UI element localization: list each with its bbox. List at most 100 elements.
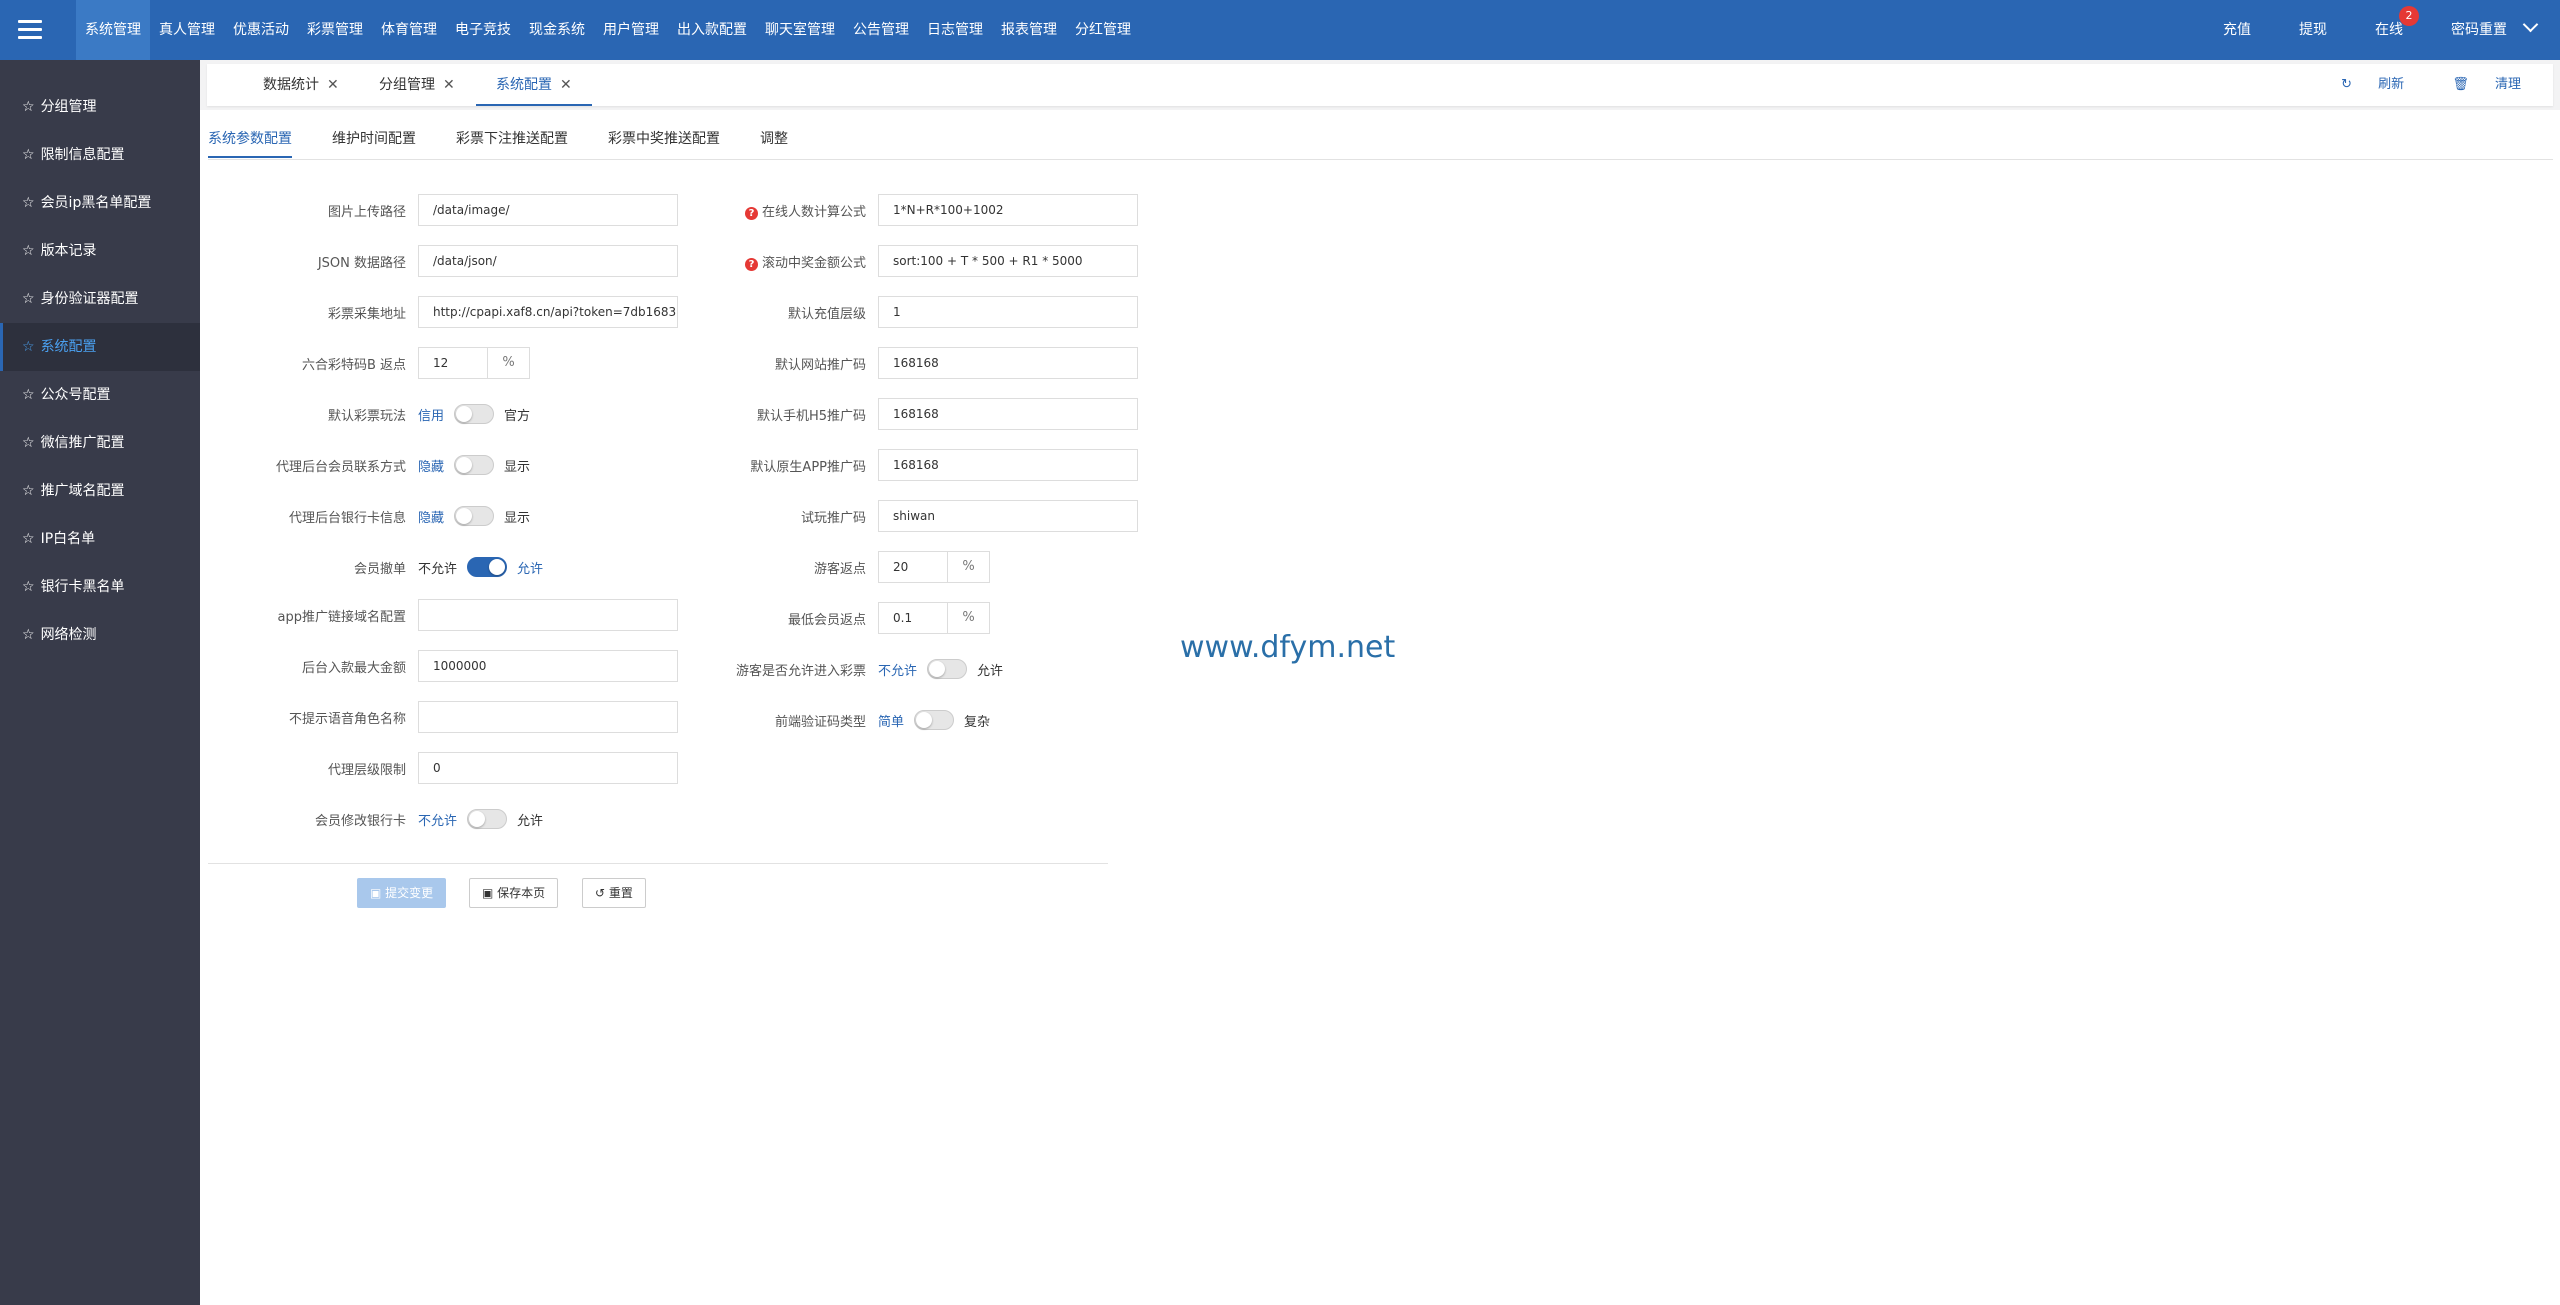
- row-member-cancel: 会员撤单 不允许 允许: [354, 551, 543, 583]
- percent-suffix: %: [948, 602, 990, 634]
- field-label: 后台入款最大金额: [301, 660, 406, 676]
- topnav-dividends[interactable]: 分红管理: [1066, 0, 1140, 60]
- switch-off-label: 简单: [878, 714, 905, 730]
- refresh-button[interactable]: ↻ 刷新: [2319, 77, 2404, 92]
- user-menu[interactable]: 密码重置: [2427, 0, 2560, 60]
- field-label: 六合彩特码B 返点: [301, 357, 406, 373]
- reset-button[interactable]: ↺ 重置: [582, 878, 646, 908]
- app-domain-input[interactable]: [418, 599, 678, 631]
- lottery-mode-toggle[interactable]: [454, 404, 495, 424]
- online-link[interactable]: 在线 2: [2351, 0, 2427, 60]
- tab-actions: ↻ 刷新 🗑 清理: [2297, 64, 2521, 106]
- switch-off-label: 隐藏: [418, 510, 445, 526]
- topnav-live[interactable]: 真人管理: [150, 0, 224, 60]
- image-path-input[interactable]: /data/image/: [418, 194, 678, 226]
- tab-data-stats[interactable]: 数据统计 ✕: [263, 64, 339, 106]
- sidebar-item-promo-domains[interactable]: ☆ 推广域名配置: [0, 467, 200, 515]
- row-max-deposit: 后台入款最大金额 1000000: [302, 650, 678, 682]
- sidebar-item-bankcard-blacklist[interactable]: ☆ 银行卡黑名单: [0, 563, 200, 611]
- save-page-button[interactable]: ▣ 保存本页: [469, 878, 559, 908]
- switch-on-label: 显示: [504, 459, 531, 475]
- topnav-chatroom[interactable]: 聊天室管理: [756, 0, 844, 60]
- topnav-promotions[interactable]: 优惠活动: [224, 0, 298, 60]
- topnav-announcements[interactable]: 公告管理: [844, 0, 918, 60]
- row-h5-promo: 默认手机H5推广码 168168: [757, 398, 1138, 430]
- topnav-sports[interactable]: 体育管理: [372, 0, 446, 60]
- star-icon: ☆: [22, 243, 35, 259]
- max-deposit-input[interactable]: 1000000: [418, 650, 678, 682]
- member-bankcard-toggle[interactable]: [467, 809, 508, 829]
- clear-button[interactable]: 🗑 清理: [2430, 77, 2521, 92]
- liuhe-rebate-input[interactable]: 12: [418, 347, 488, 379]
- topnav-cash[interactable]: 现金系统: [520, 0, 594, 60]
- online-formula-input[interactable]: 1*N+R*100+1002: [878, 194, 1138, 226]
- tab-system-config[interactable]: 系统配置 ✕: [476, 64, 592, 106]
- sidebar-item-network-check[interactable]: ☆ 网络检测: [0, 611, 200, 659]
- lottery-url-input[interactable]: http://cpapi.xaf8.cn/api?token=7db1683: [418, 296, 678, 328]
- trial-promo-input[interactable]: shiwan: [878, 500, 1138, 532]
- close-icon[interactable]: ✕: [443, 77, 455, 93]
- sidebar-item-system-config[interactable]: ☆ 系统配置: [0, 323, 200, 371]
- member-cancel-switch-group: 不允许 允许: [418, 557, 543, 577]
- sidebar-item-wechat-promo[interactable]: ☆ 微信推广配置: [0, 419, 200, 467]
- captcha-type-toggle[interactable]: [914, 710, 955, 730]
- member-cancel-toggle[interactable]: [467, 557, 508, 577]
- subtab-system-params[interactable]: 系统参数配置: [208, 128, 292, 158]
- agent-contact-toggle[interactable]: [454, 455, 495, 475]
- h5-promo-input[interactable]: 168168: [878, 398, 1138, 430]
- web-promo-input[interactable]: 168168: [878, 347, 1138, 379]
- tab-group-management[interactable]: 分组管理 ✕: [379, 64, 455, 106]
- scroll-formula-input[interactable]: sort:100 + T * 500 + R1 * 5000: [878, 245, 1138, 277]
- button-label: 重置: [608, 886, 633, 900]
- topnav-reports[interactable]: 报表管理: [992, 0, 1066, 60]
- field-label: 代理后台会员联系方式: [275, 459, 406, 475]
- submit-changes-button[interactable]: ▣ 提交变更: [357, 878, 447, 908]
- question-icon[interactable]: ?: [744, 206, 758, 220]
- subtab-divider: [208, 159, 2553, 160]
- star-icon: ☆: [22, 387, 35, 403]
- topnav-esports[interactable]: 电子竞技: [446, 0, 520, 60]
- topnav-system[interactable]: 系统管理: [76, 0, 150, 60]
- top-nav: 系统管理 真人管理 优惠活动 彩票管理 体育管理 电子竞技 现金系统 用户管理 …: [76, 0, 1140, 60]
- sidebar: ☆ 分组管理 ☆ 限制信息配置 ☆ 会员ip黑名单配置 ☆ 版本记录 ☆ 身份验证器配置 …: [0, 60, 200, 1305]
- topnav-users[interactable]: 用户管理: [594, 0, 668, 60]
- default-level-input[interactable]: 1: [878, 296, 1138, 328]
- sidebar-item-ip-whitelist[interactable]: ☆ IP白名单: [0, 515, 200, 563]
- menu-toggle-icon[interactable]: [18, 17, 42, 41]
- top-right-actions: 充值 提现 在线 2 密码重置: [2199, 0, 2560, 60]
- subtab-bet-push[interactable]: 彩票下注推送配置: [456, 128, 568, 156]
- app-promo-input[interactable]: 168168: [878, 449, 1138, 481]
- withdraw-link[interactable]: 提现: [2275, 0, 2351, 60]
- sidebar-item-group-management[interactable]: ☆ 分组管理: [0, 83, 200, 131]
- sidebar-item-ip-blacklist[interactable]: ☆ 会员ip黑名单配置: [0, 179, 200, 227]
- sidebar-item-official-account[interactable]: ☆ 公众号配置: [0, 371, 200, 419]
- topnav-lottery[interactable]: 彩票管理: [298, 0, 372, 60]
- agent-level-input[interactable]: 0: [418, 752, 678, 784]
- voice-role-input[interactable]: [418, 701, 678, 733]
- subtab-win-push[interactable]: 彩票中奖推送配置: [608, 128, 720, 156]
- subtab-adjust[interactable]: 调整: [760, 128, 788, 156]
- close-icon[interactable]: ✕: [560, 77, 572, 93]
- sidebar-item-authenticator[interactable]: ☆ 身份验证器配置: [0, 275, 200, 323]
- min-rebate-input[interactable]: 0.1: [878, 602, 948, 634]
- question-icon[interactable]: ?: [744, 257, 758, 271]
- member-bankcard-switch-group: 不允许 允许: [418, 809, 543, 829]
- subtab-maintenance[interactable]: 维护时间配置: [332, 128, 416, 156]
- page-tabs-bar: 数据统计 ✕ 分组管理 ✕ 系统配置 ✕ ↻ 刷新 🗑 清理: [207, 64, 2553, 106]
- guest-rebate-input[interactable]: 20: [878, 551, 948, 583]
- row-lottery-url: 彩票采集地址 http://cpapi.xaf8.cn/api?token=7d…: [328, 296, 678, 328]
- topnav-logs[interactable]: 日志管理: [918, 0, 992, 60]
- row-agent-contact: 代理后台会员联系方式 隐藏 显示: [276, 449, 531, 481]
- sidebar-item-version-log[interactable]: ☆ 版本记录: [0, 227, 200, 275]
- topnav-payments[interactable]: 出入款配置: [668, 0, 756, 60]
- json-path-input[interactable]: /data/json/: [418, 245, 678, 277]
- recharge-link[interactable]: 充值: [2199, 0, 2275, 60]
- guest-lottery-toggle[interactable]: [927, 659, 968, 679]
- field-label: 默认手机H5推广码: [756, 408, 866, 424]
- agent-bankcard-toggle[interactable]: [454, 506, 495, 526]
- percent-suffix: %: [948, 551, 990, 583]
- close-icon[interactable]: ✕: [327, 77, 339, 93]
- sidebar-item-restriction-config[interactable]: ☆ 限制信息配置: [0, 131, 200, 179]
- tab-label: 数据统计: [263, 77, 319, 93]
- field-label: 会员修改银行卡: [314, 813, 406, 829]
